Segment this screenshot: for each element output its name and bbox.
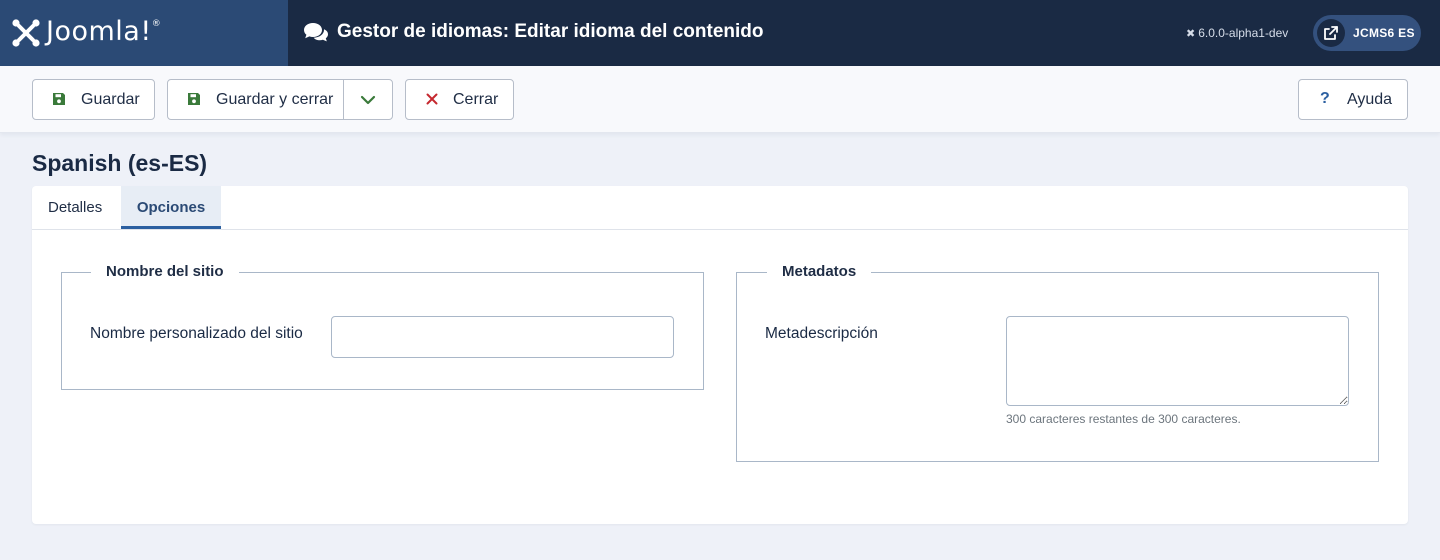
- joomla-logo-icon: [12, 19, 40, 47]
- toolbar: Guardar Guardar y cerrar Cerrar ? Ayuda: [0, 66, 1440, 133]
- tab-bar: Detalles Opciones: [32, 186, 1408, 230]
- save-label: Guardar: [81, 91, 140, 108]
- external-link-icon: [1317, 19, 1345, 47]
- meta-description-label: Metadescripción: [765, 325, 878, 342]
- metadata-legend: Metadatos: [767, 263, 872, 280]
- site-name-fieldset: Nombre del sitio Nombre personalizado de…: [61, 263, 704, 390]
- brand-name: Joomla!®: [46, 16, 162, 47]
- save-close-button[interactable]: Guardar y cerrar: [167, 79, 393, 120]
- metadata-fieldset: Metadatos Metadescripción 300 caracteres…: [736, 263, 1379, 462]
- custom-site-name-input[interactable]: [331, 316, 674, 358]
- header: Joomla!® Gestor de idiomas: Editar idiom…: [0, 0, 1440, 66]
- floppy-disk-icon: [188, 93, 200, 105]
- site-link-button[interactable]: JCMS6 ES: [1313, 15, 1421, 51]
- version-info: ✖ 6.0.0-alpha1-dev: [1186, 26, 1289, 40]
- comments-icon: [304, 23, 328, 42]
- site-link-label: JCMS6 ES: [1353, 26, 1415, 40]
- tab-details[interactable]: Detalles: [48, 186, 128, 229]
- question-icon: ?: [1320, 90, 1330, 107]
- floppy-disk-icon: [53, 93, 65, 105]
- save-close-label: Guardar y cerrar: [216, 91, 334, 108]
- save-button[interactable]: Guardar: [32, 79, 155, 120]
- brand-logo[interactable]: Joomla!®: [0, 0, 288, 66]
- close-label: Cerrar: [453, 91, 499, 108]
- language-title: Spanish (es-ES): [32, 150, 208, 176]
- tab-options[interactable]: Opciones: [121, 186, 221, 229]
- x-icon: [426, 93, 438, 105]
- page-title: Gestor de idiomas: Editar idioma del con…: [337, 21, 764, 42]
- site-name-legend: Nombre del sitio: [91, 263, 239, 280]
- help-button[interactable]: ? Ayuda: [1298, 79, 1408, 120]
- meta-description-textarea[interactable]: [1006, 316, 1349, 406]
- edit-card: Detalles Opciones Nombre del sitio Nombr…: [32, 186, 1408, 524]
- button-divider: [343, 80, 344, 119]
- joomla-icon: ✖: [1186, 28, 1196, 40]
- chevron-down-icon[interactable]: [360, 94, 376, 106]
- help-label: Ayuda: [1347, 91, 1393, 108]
- char-counter: 300 caracteres restantes de 300 caracter…: [1006, 412, 1241, 426]
- custom-site-name-label: Nombre personalizado del sitio: [90, 325, 303, 342]
- close-button[interactable]: Cerrar: [405, 79, 514, 120]
